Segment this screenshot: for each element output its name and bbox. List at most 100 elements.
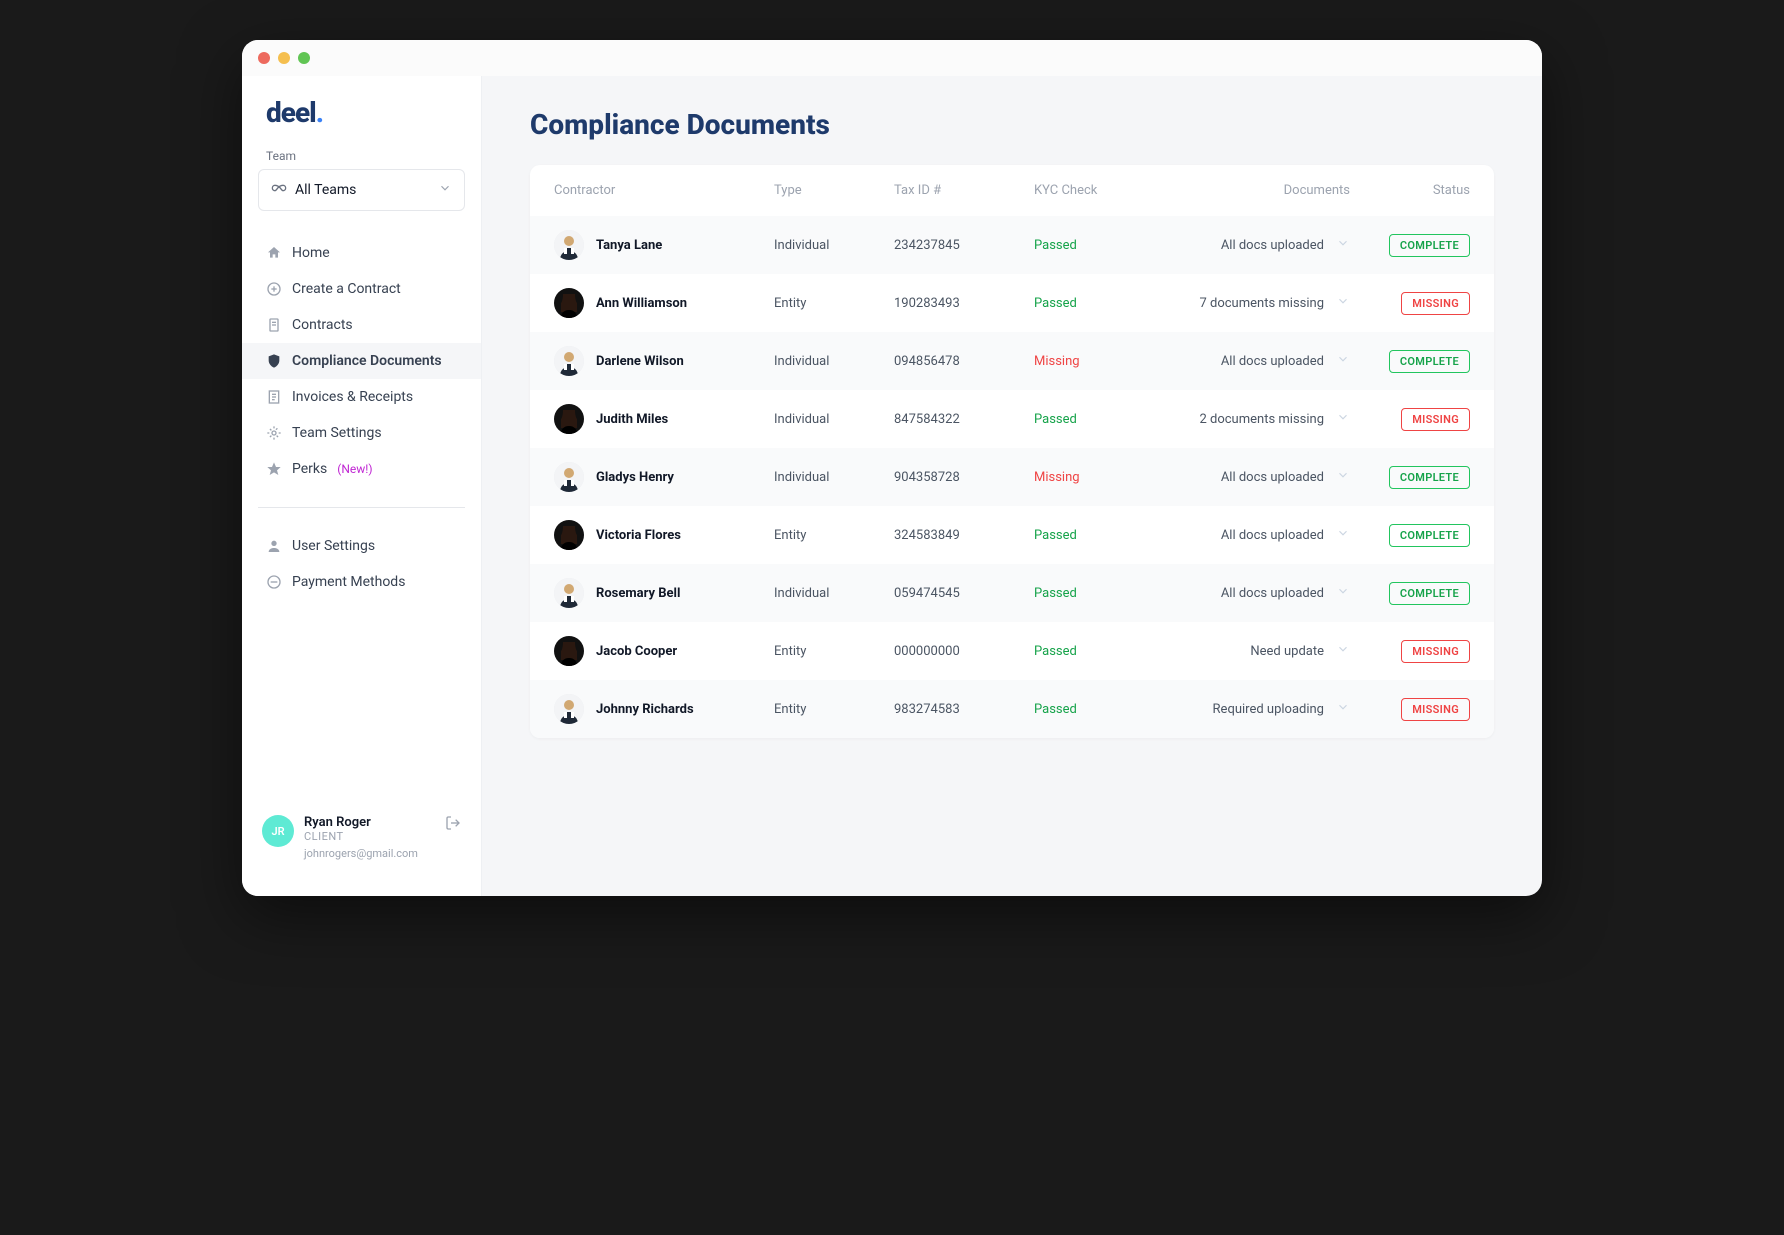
minimize-window-icon[interactable] bbox=[278, 52, 290, 64]
documents-cell[interactable]: All docs uploaded bbox=[1174, 584, 1350, 602]
col-contractor: Contractor bbox=[554, 183, 774, 198]
contractor-name: Victoria Flores bbox=[596, 528, 681, 543]
avatar bbox=[554, 520, 584, 550]
sidebar-item-user-settings[interactable]: User Settings bbox=[242, 528, 481, 564]
table-body: Tanya Lane Individual 234237845 Passed A… bbox=[530, 216, 1494, 738]
documents-text: All docs uploaded bbox=[1221, 238, 1324, 253]
table-row[interactable]: Johnny Richards Entity 983274583 Passed … bbox=[530, 680, 1494, 738]
documents-cell[interactable]: All docs uploaded bbox=[1174, 236, 1350, 254]
chevron-down-icon bbox=[1336, 584, 1350, 602]
avatar bbox=[554, 230, 584, 260]
table-row[interactable]: Ann Williamson Entity 190283493 Passed 7… bbox=[530, 274, 1494, 332]
chevron-down-icon bbox=[1336, 468, 1350, 486]
sidebar: deel. Team All Teams Home bbox=[242, 76, 482, 896]
type-cell: Entity bbox=[774, 296, 894, 311]
kyc-cell: Passed bbox=[1034, 528, 1174, 543]
documents-cell[interactable]: 7 documents missing bbox=[1174, 294, 1350, 312]
table-row[interactable]: Judith Miles Individual 847584322 Passed… bbox=[530, 390, 1494, 448]
plus-circle-icon bbox=[266, 281, 282, 297]
titlebar bbox=[242, 40, 1542, 76]
sidebar-item-payment-methods[interactable]: Payment Methods bbox=[242, 564, 481, 600]
table-row[interactable]: Victoria Flores Entity 324583849 Passed … bbox=[530, 506, 1494, 564]
status-badge: COMPLETE bbox=[1389, 350, 1470, 373]
status-cell: COMPLETE bbox=[1350, 350, 1470, 373]
team-select[interactable]: All Teams bbox=[258, 169, 465, 211]
sidebar-item-contracts[interactable]: Contracts bbox=[242, 307, 481, 343]
chevron-down-icon bbox=[1336, 410, 1350, 428]
sidebar-item-label: Invoices & Receipts bbox=[292, 389, 413, 405]
contractor-name: Ann Williamson bbox=[596, 296, 687, 311]
documents-text: All docs uploaded bbox=[1221, 354, 1324, 369]
col-tax: Tax ID # bbox=[894, 183, 1034, 198]
kyc-cell: Passed bbox=[1034, 702, 1174, 717]
documents-cell[interactable]: Need update bbox=[1174, 642, 1350, 660]
sidebar-item-label: Payment Methods bbox=[292, 574, 405, 590]
table-row[interactable]: Gladys Henry Individual 904358728 Missin… bbox=[530, 448, 1494, 506]
star-icon bbox=[266, 461, 282, 477]
status-cell: COMPLETE bbox=[1350, 234, 1470, 257]
sidebar-item-label: Contracts bbox=[292, 317, 353, 333]
main-content: Compliance Documents Contractor Type Tax… bbox=[482, 76, 1542, 896]
avatar bbox=[554, 288, 584, 318]
status-badge: MISSING bbox=[1401, 640, 1470, 663]
user-footer: JR Ryan Roger CLIENT johnrogers@gmail.co… bbox=[242, 799, 481, 876]
sidebar-item-invoices[interactable]: Invoices & Receipts bbox=[242, 379, 481, 415]
type-cell: Individual bbox=[774, 354, 894, 369]
tax-cell: 094856478 bbox=[894, 354, 1034, 369]
close-window-icon[interactable] bbox=[258, 52, 270, 64]
status-badge: MISSING bbox=[1401, 408, 1470, 431]
avatar bbox=[554, 404, 584, 434]
documents-cell[interactable]: All docs uploaded bbox=[1174, 352, 1350, 370]
contractor-name: Gladys Henry bbox=[596, 470, 674, 485]
divider bbox=[258, 507, 465, 508]
sidebar-item-team-settings[interactable]: Team Settings bbox=[242, 415, 481, 451]
table-row[interactable]: Rosemary Bell Individual 059474545 Passe… bbox=[530, 564, 1494, 622]
documents-text: All docs uploaded bbox=[1221, 470, 1324, 485]
user-avatar[interactable]: JR bbox=[262, 815, 294, 847]
secondary-nav: User Settings Payment Methods bbox=[242, 520, 481, 608]
status-cell: MISSING bbox=[1350, 292, 1470, 315]
status-badge: COMPLETE bbox=[1389, 466, 1470, 489]
app-window: deel. Team All Teams Home bbox=[242, 40, 1542, 896]
home-icon bbox=[266, 245, 282, 261]
type-cell: Entity bbox=[774, 702, 894, 717]
table-row[interactable]: Jacob Cooper Entity 000000000 Passed Nee… bbox=[530, 622, 1494, 680]
status-badge: MISSING bbox=[1401, 698, 1470, 721]
documents-text: 7 documents missing bbox=[1199, 296, 1324, 311]
logout-icon[interactable] bbox=[445, 815, 461, 835]
chevron-down-icon bbox=[1336, 526, 1350, 544]
contractor-name: Rosemary Bell bbox=[596, 586, 680, 601]
sidebar-item-home[interactable]: Home bbox=[242, 235, 481, 271]
chevron-down-icon bbox=[438, 181, 452, 199]
status-cell: COMPLETE bbox=[1350, 582, 1470, 605]
documents-cell[interactable]: Required uploading bbox=[1174, 700, 1350, 718]
user-email: johnrogers@gmail.com bbox=[304, 847, 435, 860]
sidebar-item-label: Team Settings bbox=[292, 425, 382, 441]
type-cell: Entity bbox=[774, 644, 894, 659]
table-row[interactable]: Darlene Wilson Individual 094856478 Miss… bbox=[530, 332, 1494, 390]
status-cell: COMPLETE bbox=[1350, 524, 1470, 547]
user-name: Ryan Roger bbox=[304, 815, 435, 830]
sidebar-item-compliance-documents[interactable]: Compliance Documents bbox=[242, 343, 481, 379]
status-badge: COMPLETE bbox=[1389, 524, 1470, 547]
gear-icon bbox=[266, 425, 282, 441]
sidebar-item-create-contract[interactable]: Create a Contract bbox=[242, 271, 481, 307]
chevron-down-icon bbox=[1336, 700, 1350, 718]
page-title: Compliance Documents bbox=[530, 108, 1494, 141]
table-header: Contractor Type Tax ID # KYC Check Docum… bbox=[530, 165, 1494, 216]
documents-cell[interactable]: All docs uploaded bbox=[1174, 526, 1350, 544]
maximize-window-icon[interactable] bbox=[298, 52, 310, 64]
documents-cell[interactable]: All docs uploaded bbox=[1174, 468, 1350, 486]
sidebar-item-perks[interactable]: Perks (New!) bbox=[242, 451, 481, 487]
documents-cell[interactable]: 2 documents missing bbox=[1174, 410, 1350, 428]
status-cell: MISSING bbox=[1350, 698, 1470, 721]
kyc-cell: Passed bbox=[1034, 412, 1174, 427]
type-cell: Individual bbox=[774, 238, 894, 253]
credit-card-icon bbox=[266, 574, 282, 590]
user-role: CLIENT bbox=[304, 830, 435, 843]
documents-text: Need update bbox=[1250, 644, 1324, 659]
chevron-down-icon bbox=[1336, 642, 1350, 660]
table-row[interactable]: Tanya Lane Individual 234237845 Passed A… bbox=[530, 216, 1494, 274]
col-status: Status bbox=[1350, 183, 1470, 198]
status-cell: COMPLETE bbox=[1350, 466, 1470, 489]
